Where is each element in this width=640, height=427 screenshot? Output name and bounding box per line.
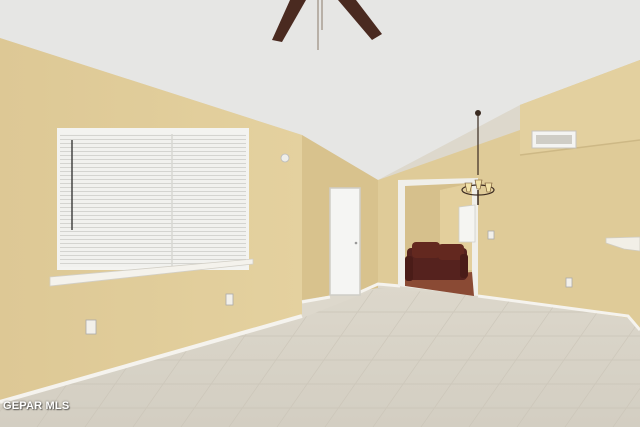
interior-door [329, 187, 361, 296]
living-room-window [458, 204, 476, 243]
thermostat [280, 153, 290, 163]
light-switch [487, 230, 495, 240]
outlet [85, 319, 97, 335]
air-vent [531, 130, 577, 149]
outlet [225, 293, 234, 306]
outlet [565, 277, 573, 288]
sofa [405, 242, 468, 281]
doorway [398, 178, 478, 296]
watermark-text: GEPAR MLS [3, 400, 70, 412]
room-photo [0, 0, 640, 427]
door-knob [354, 241, 358, 245]
window [49, 128, 254, 287]
